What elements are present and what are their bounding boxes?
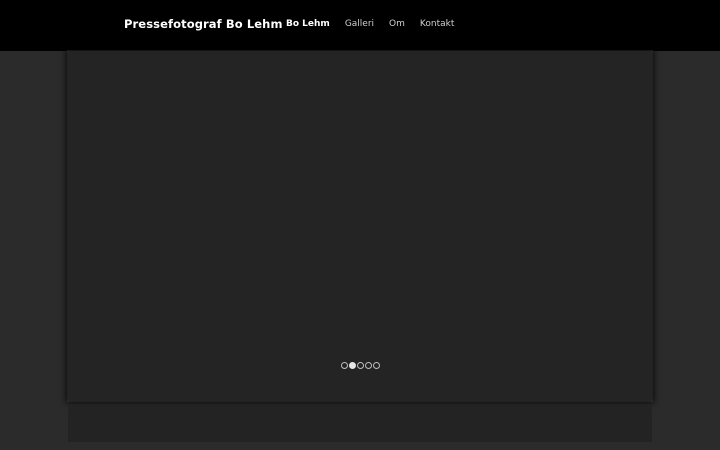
image-slider[interactable]: [68, 51, 652, 401]
main-nav: Bo Lehm Galleri Om Kontakt: [286, 19, 469, 29]
content-panel: [68, 405, 652, 442]
slider-dot[interactable]: [348, 362, 356, 369]
site-header: Pressefotograf Bo Lehm Bo Lehm Galleri O…: [0, 0, 720, 51]
slider-dot[interactable]: [372, 362, 380, 369]
slider-dot[interactable]: [356, 362, 364, 369]
slider-dot[interactable]: [340, 362, 348, 369]
nav-item-bo-lehm[interactable]: Bo Lehm: [286, 19, 330, 29]
nav-item-om[interactable]: Om: [389, 19, 405, 29]
nav-item-kontakt[interactable]: Kontakt: [420, 19, 454, 29]
nav-item-galleri[interactable]: Galleri: [345, 19, 374, 29]
site-title[interactable]: Pressefotograf Bo Lehm: [124, 17, 283, 31]
slider-pagination: [68, 362, 652, 369]
slider-dot[interactable]: [364, 362, 372, 369]
